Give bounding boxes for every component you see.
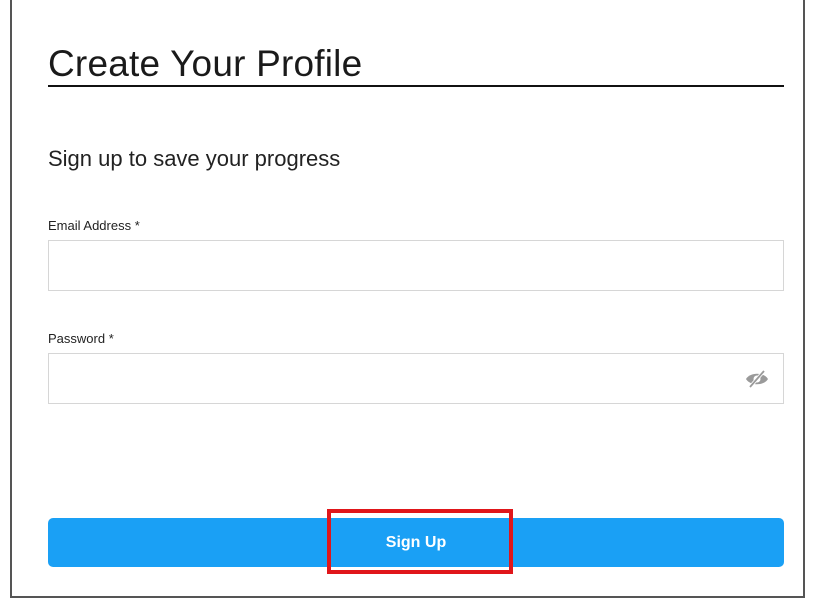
profile-card	[10, 0, 805, 598]
email-field-container	[48, 240, 784, 291]
password-label: Password *	[48, 331, 114, 346]
email-label: Email Address *	[48, 218, 140, 233]
password-field-container	[48, 353, 784, 404]
email-label-text: Email Address	[48, 218, 132, 233]
password-field[interactable]	[49, 354, 783, 403]
password-required-mark: *	[108, 331, 114, 346]
page-title: Create Your Profile	[48, 42, 363, 84]
password-label-text: Password	[48, 331, 106, 346]
eye-slash-icon[interactable]	[743, 366, 771, 392]
email-required-mark: *	[134, 218, 140, 233]
title-divider	[48, 85, 784, 87]
sign-up-button[interactable]: Sign Up	[48, 518, 784, 567]
page-subtitle: Sign up to save your progress	[48, 146, 341, 171]
email-field[interactable]	[49, 241, 783, 290]
